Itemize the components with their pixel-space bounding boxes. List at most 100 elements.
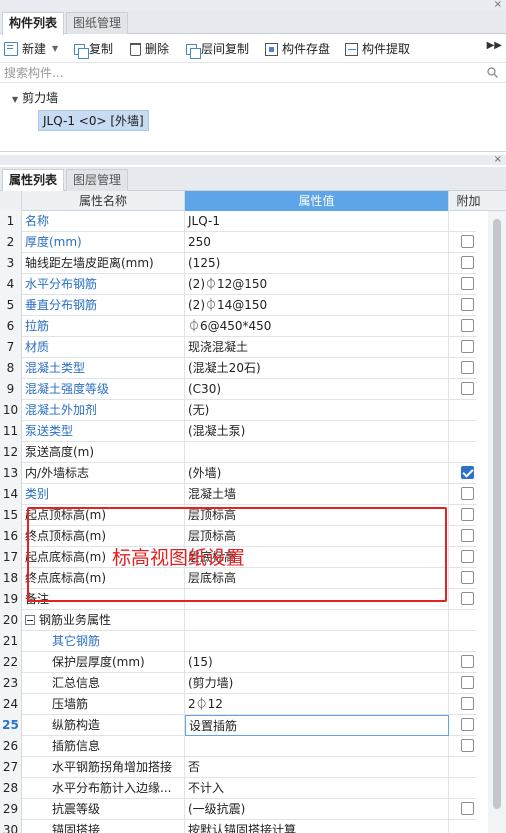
property-value[interactable] [185,589,449,610]
extra-checkbox[interactable] [461,298,474,311]
table-row[interactable]: 27 水平钢筋拐角增加搭接否 [0,757,476,778]
property-value[interactable]: (2)⏀12@150 [185,274,449,295]
property-value[interactable]: (125) [185,253,449,274]
property-value[interactable]: (剪力墙) [185,673,449,694]
tree-item-jlq-1[interactable]: JLQ-1 <0> [外墙] [38,110,149,131]
property-value[interactable]: 层底标高 [185,568,449,589]
search-icon[interactable] [487,67,498,78]
property-value[interactable]: (C30) [185,379,449,400]
extra-checkbox[interactable] [461,487,474,500]
table-row[interactable]: 10 混凝土外加剂 (无) [0,400,476,421]
property-value[interactable]: 否 [185,757,449,778]
table-row[interactable]: 6 拉筋 ⏀6@450*450 [0,316,476,337]
extra-checkbox[interactable] [461,592,474,605]
property-value[interactable] [185,736,449,757]
property-value[interactable]: (混凝土20石) [185,358,449,379]
extra-checkbox[interactable] [461,319,474,332]
property-value[interactable] [185,631,449,652]
extra-checkbox[interactable] [461,340,474,353]
table-row[interactable]: 9 混凝土强度等级 (C30) [0,379,476,400]
copy-button[interactable]: 复制 [74,40,113,59]
table-row[interactable]: 3 轴线距左墙皮距离(mm) (125) [0,253,476,274]
table-row[interactable]: 5 垂直分布钢筋 (2)⏀14@150 [0,295,476,316]
property-value[interactable]: 250 [185,232,449,253]
extra-checkbox[interactable] [461,529,474,542]
property-value[interactable]: JLQ-1 [185,211,449,232]
table-row[interactable]: 7 材质 现浇混凝土 [0,337,476,358]
table-row[interactable]: 2 厚度(mm) 250 [0,232,476,253]
new-button[interactable]: 新建 ▼ [4,40,58,58]
property-value[interactable]: 混凝土墙 [185,484,449,505]
extra-checkbox[interactable] [461,802,474,815]
property-value[interactable]: 按默认锚固搭接计算 [185,820,449,833]
property-value[interactable]: 2⏀12 [185,694,449,715]
table-row[interactable]: 26 插筋信息 [0,736,476,757]
tree-expand-icon[interactable]: ▼ [12,95,18,104]
property-value[interactable]: (无) [185,400,449,421]
close-icon[interactable]: × [494,0,502,10]
property-value[interactable]: (2)⏀14@150 [185,295,449,316]
property-value[interactable]: 不计入 [185,778,449,799]
extra-checkbox[interactable] [461,277,474,290]
property-value[interactable]: 现浇混凝土 [185,337,449,358]
search-input[interactable] [0,63,470,82]
tab-drawing-management[interactable]: 图纸管理 [66,12,129,34]
store-component-button[interactable]: 构件存盘 [265,40,330,58]
property-value[interactable] [185,442,449,463]
table-row[interactable]: 18 终点底标高(m) 层底标高 [0,568,476,589]
extra-checkbox[interactable] [461,571,474,584]
vertical-scrollbar[interactable] [488,211,506,833]
table-row[interactable]: 15 起点顶标高(m) 层顶标高 [0,505,476,526]
table-row[interactable]: 22 保护层厚度(mm) (15) [0,652,476,673]
extract-component-button[interactable]: 构件提取 [345,40,410,58]
extra-checkbox[interactable] [461,655,474,668]
extra-checkbox[interactable] [461,718,474,731]
table-row[interactable]: 14 类别 混凝土墙 [0,484,476,505]
header-property-value[interactable]: 属性值 [185,191,449,211]
table-row[interactable]: 4 水平分布钢筋 (2)⏀12@150 [0,274,476,295]
tab-property-list[interactable]: 属性列表 [2,169,65,192]
table-row[interactable]: 24 压墙筋 2⏀12 [0,694,476,715]
table-row[interactable]: 23 汇总信息 (剪力墙) [0,673,476,694]
property-value[interactable]: ⏀6@450*450 [185,316,449,337]
extra-checkbox[interactable] [461,697,474,710]
table-row[interactable]: 1 名称 JLQ-1 [0,211,476,232]
property-value[interactable]: (外墙) [185,463,449,484]
collapse-icon[interactable] [25,615,35,625]
extra-checkbox[interactable] [461,382,474,395]
tab-component-list[interactable]: 构件列表 [2,12,65,35]
table-row[interactable]: 13 内/外墙标志 (外墙) [0,463,476,484]
table-row[interactable]: 21 其它钢筋 [0,631,476,652]
header-property-name[interactable]: 属性名称 [22,191,185,211]
table-row[interactable]: 12 泵送高度(m) [0,442,476,463]
extra-checkbox[interactable] [461,361,474,374]
property-value[interactable]: (15) [185,652,449,673]
table-row[interactable]: 25 纵筋构造 设置插筋 [0,715,476,736]
extra-checkbox[interactable] [461,550,474,563]
table-row[interactable]: 28 水平分布筋计入边缘... 不计入 [0,778,476,799]
table-row[interactable]: 19 备注 [0,589,476,610]
delete-button[interactable]: 删除 [130,40,169,58]
extra-checkbox[interactable] [461,739,474,752]
property-value-editor[interactable]: 设置插筋 [185,715,449,736]
chevron-down-icon[interactable]: ▼ [52,40,58,58]
table-row[interactable]: 8 混凝土类型 (混凝土20石) [0,358,476,379]
tree-group-shear-wall[interactable]: ▼ 剪力墙 [12,90,58,106]
property-value[interactable] [185,610,449,631]
table-row[interactable]: 30 锚固搭接 按默认锚固搭接计算 [0,820,476,833]
table-row[interactable]: 11 泵送类型 (混凝土泵) [0,421,476,442]
tab-layer-management[interactable]: 图层管理 [66,169,129,191]
header-extra[interactable]: 附加 [449,191,488,211]
table-row[interactable]: 20 钢筋业务属性 [0,610,476,631]
extra-checkbox[interactable] [461,466,474,479]
extra-checkbox[interactable] [461,235,474,248]
more-arrows-icon[interactable]: ▶▶ [487,40,502,51]
property-value[interactable]: (一级抗震) [185,799,449,820]
property-value[interactable]: (混凝土泵) [185,421,449,442]
extra-checkbox[interactable] [461,508,474,521]
extra-checkbox[interactable] [461,676,474,689]
property-value[interactable]: 层顶标高 [185,505,449,526]
table-row[interactable]: 29 抗震等级 (一级抗震) [0,799,476,820]
close-icon[interactable]: × [494,155,502,165]
copy-floor-button[interactable]: 层间复制 [186,40,249,59]
